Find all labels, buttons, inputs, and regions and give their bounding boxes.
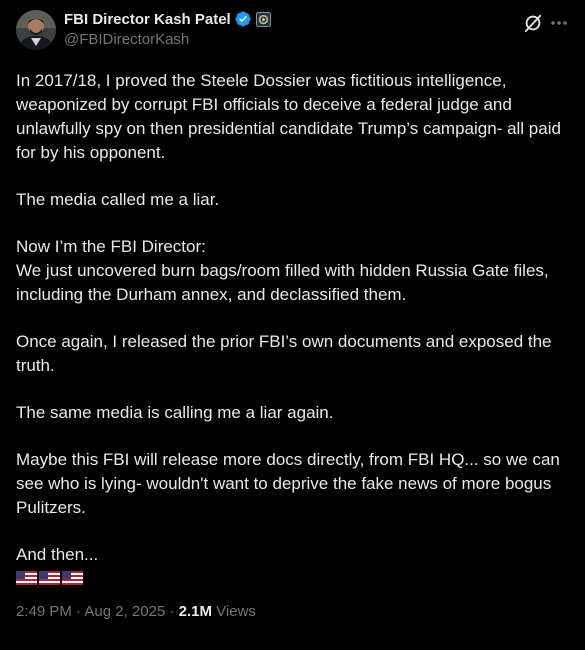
grok-icon[interactable]: [522, 12, 544, 34]
views-label: Views: [212, 603, 256, 620]
tweet-paragraph: The same media is calling me a liar agai…: [16, 403, 334, 422]
tweet-paragraph: Maybe this FBI will release more docs di…: [16, 450, 565, 517]
name-row: FBI Director Kash Patel: [64, 9, 271, 29]
meta-separator: ·: [71, 603, 85, 620]
more-options-icon[interactable]: [549, 12, 569, 34]
us-flag-icon: [62, 571, 83, 585]
avatar[interactable]: [16, 10, 56, 50]
author-handle[interactable]: @FBIDirectorKash: [64, 31, 271, 48]
tweet-paragraph: In 2017/18, I proved the Steele Dossier …: [16, 71, 566, 162]
verified-badge-icon[interactable]: [234, 10, 252, 28]
tweet-text: In 2017/18, I proved the Steele Dossier …: [16, 69, 571, 589]
us-flag-icon: [39, 571, 60, 585]
display-name[interactable]: FBI Director Kash Patel: [64, 11, 231, 28]
tweet-paragraph: The media called me a liar.: [16, 190, 220, 209]
tweet-header: FBI Director Kash Patel @FBIDirectorKash: [16, 8, 569, 52]
us-flag-icon: [16, 571, 37, 585]
meta-separator: ·: [165, 603, 179, 620]
tweet-metadata: 2:49 PM · Aug 2, 2025 · 2.1M Views: [16, 603, 569, 620]
avatar-image: [16, 10, 56, 50]
tweet-paragraph: And then...: [16, 545, 99, 564]
tweet-paragraph: Once again, I released the prior FBI’s o…: [16, 332, 557, 375]
tweet: FBI Director Kash Patel @FBIDirectorKash: [0, 0, 585, 650]
tweet-time[interactable]: 2:49 PM: [16, 603, 72, 620]
tweet-paragraph: Now I’m the FBI Director: We just uncove…: [16, 237, 549, 304]
government-affiliation-icon[interactable]: [255, 11, 271, 27]
author-info: FBI Director Kash Patel @FBIDirectorKash: [64, 9, 271, 48]
flag-emoji-row: [16, 567, 571, 589]
tweet-date[interactable]: Aug 2, 2025: [84, 603, 165, 620]
views-count[interactable]: 2.1M: [179, 603, 212, 620]
